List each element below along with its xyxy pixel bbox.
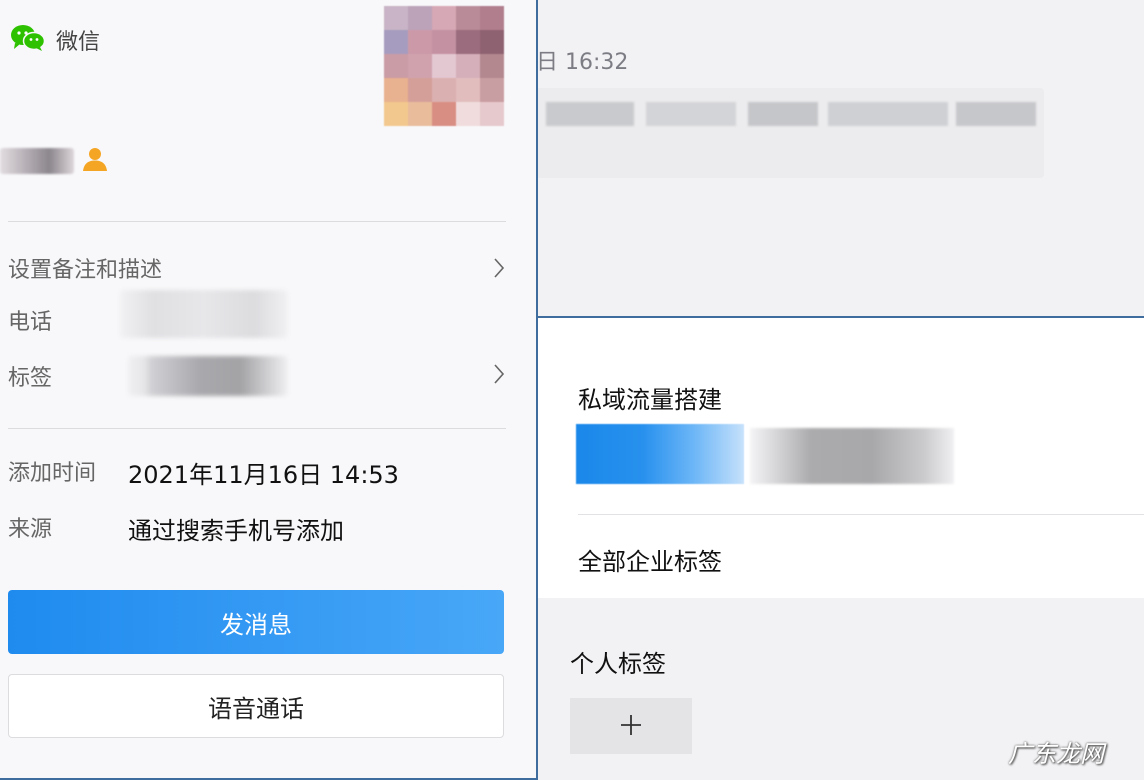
added-time-value: 2021年11月16日 14:53: [128, 461, 399, 489]
added-time-row: 添加时间 2021年11月16日 14:53: [8, 455, 508, 495]
phone-row: 电话: [8, 290, 508, 344]
divider: [8, 221, 506, 222]
source-value: 通过搜索手机号添加: [128, 517, 344, 545]
tags-row[interactable]: 标签: [8, 356, 508, 400]
tag-selection-popup: 私域流量搭建 全部企业标签 个人标签: [538, 316, 1144, 780]
phone-label: 电话: [8, 310, 53, 335]
remark-row[interactable]: 设置备注和描述: [8, 252, 508, 292]
divider: [8, 428, 506, 429]
source-row: 来源 通过搜索手机号添加: [8, 511, 508, 551]
tags-value-blurred: [128, 356, 288, 396]
chevron-right-icon: [492, 256, 506, 284]
tag-group-title: 私域流量搭建: [578, 386, 722, 414]
personal-tags-title: 个人标签: [570, 650, 666, 678]
tag-chip-selected[interactable]: [576, 424, 744, 484]
phone-value-blurred: [120, 290, 288, 338]
voice-call-button[interactable]: 语音通话: [8, 674, 504, 738]
added-time-label: 添加时间: [8, 461, 97, 486]
brand-name: 微信: [56, 30, 101, 55]
avatar[interactable]: [384, 6, 504, 126]
contact-profile-panel: 微信 设置备注和描述 电话 标签 添加时间 2021年11月16日 14:53 …: [0, 0, 538, 780]
source-label: 来源: [8, 517, 53, 542]
wechat-logo-icon: [10, 24, 46, 56]
all-corp-tags-link[interactable]: 全部企业标签: [578, 542, 722, 577]
plus-icon: [618, 712, 644, 741]
chat-message-bubble[interactable]: [536, 88, 1044, 178]
chevron-right-icon: [492, 362, 506, 390]
tag-chip[interactable]: [750, 428, 954, 484]
contact-nickname: [0, 146, 108, 176]
tags-label: 标签: [8, 366, 53, 391]
divider: [578, 514, 1144, 515]
remark-label: 设置备注和描述: [8, 258, 163, 283]
corp-tags-card: 私域流量搭建 全部企业标签: [538, 318, 1144, 598]
chat-background: 日 16:32: [536, 0, 1144, 318]
chat-timestamp: 日 16:32: [536, 50, 629, 75]
nickname-blurred: [0, 148, 74, 174]
person-icon: [82, 146, 108, 176]
screen: 日 16:32 微信 设置备注和描述 电话 标签 添加时间 2021年11月16…: [0, 0, 1144, 780]
add-personal-tag-button[interactable]: [570, 698, 692, 754]
watermark: 广东龙网: [1008, 740, 1104, 768]
brand: 微信: [10, 24, 100, 56]
send-message-button[interactable]: 发消息: [8, 590, 504, 654]
